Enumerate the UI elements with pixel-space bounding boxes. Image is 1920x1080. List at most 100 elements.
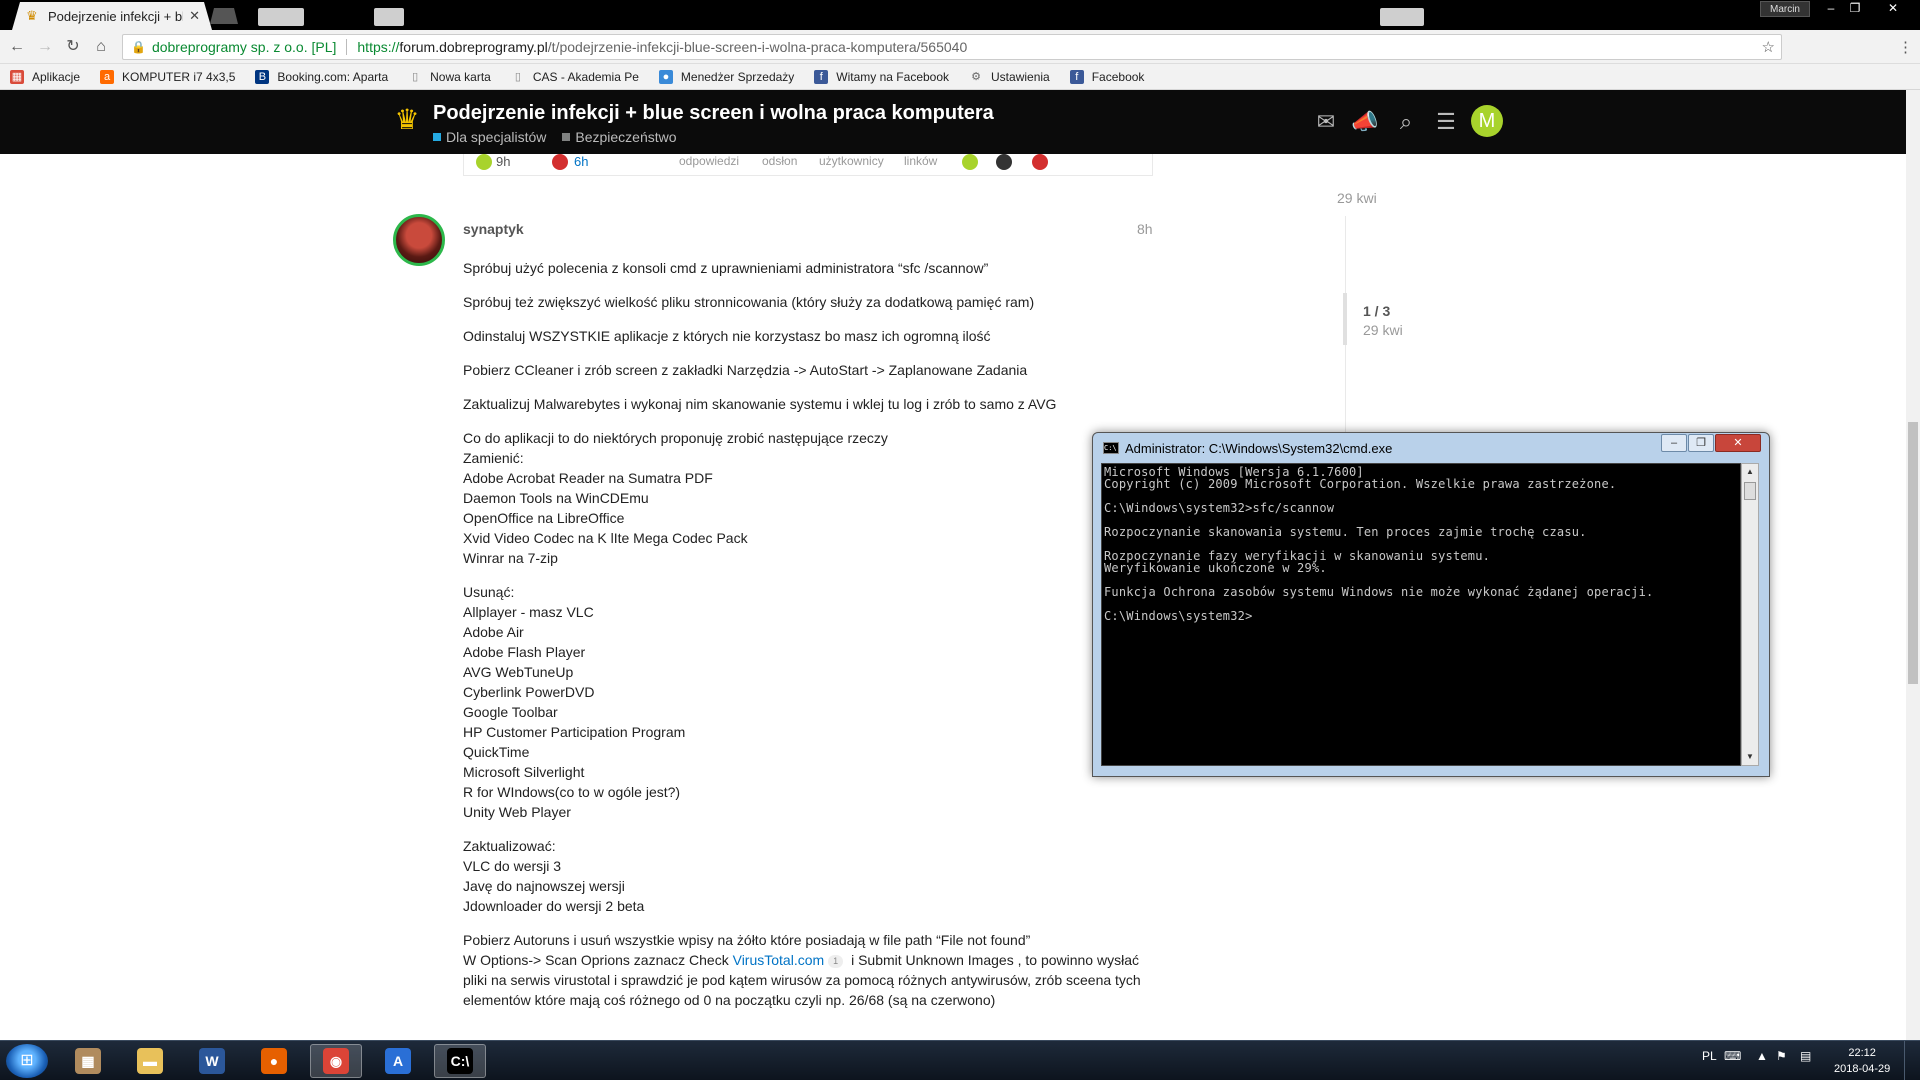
post-line: Spróbuj też zwiększyć wielkość pliku str… xyxy=(463,294,1035,310)
post-time[interactable]: 8h xyxy=(1137,221,1153,237)
post-author[interactable]: synaptyk xyxy=(463,221,524,237)
post-line: AVG WebTuneUp xyxy=(463,664,574,680)
cmd-close-icon[interactable]: ✕ xyxy=(1715,434,1761,452)
bookmark-label: Menedżer Sprzedaży xyxy=(680,69,795,84)
cmd-console-output[interactable]: Microsoft Windows [Wersja 6.1.7600] Copy… xyxy=(1101,463,1741,766)
current-user-avatar[interactable]: M xyxy=(1471,105,1503,137)
topic-title[interactable]: Podejrzenie infekcji + blue screen i wol… xyxy=(433,102,994,125)
folder-icon: ▬ xyxy=(137,1048,163,1074)
home-icon[interactable]: ⌂ xyxy=(90,36,112,58)
messenger-icon: ● xyxy=(658,69,673,84)
post-line: W Options-> Scan Oprions zaznacz Check V… xyxy=(463,950,1163,970)
bookmark-item[interactable]: ▦ Aplikacje xyxy=(10,69,80,84)
browser-menu-icon[interactable]: ⋮ xyxy=(1898,38,1913,56)
subcategory-link[interactable]: Bezpieczeństwo xyxy=(562,129,677,145)
taskbar-app-cmd[interactable]: C:\ xyxy=(434,1044,486,1078)
announcement-icon[interactable]: 📣 xyxy=(1351,108,1379,136)
close-icon[interactable]: ✕ xyxy=(1882,0,1904,16)
bookmark-item[interactable]: a KOMPUTER i7 4x3,5 xyxy=(100,69,235,84)
browser-tab-active[interactable]: ♛ Podejrzenie infekcji + blu ✕ xyxy=(12,2,212,30)
search-icon[interactable]: ⌕ xyxy=(1392,108,1420,136)
bookmark-item[interactable]: f Facebook xyxy=(1069,69,1144,84)
action-center-flag-icon[interactable]: ⚑ xyxy=(1776,1049,1787,1063)
back-icon[interactable]: ← xyxy=(6,36,28,58)
cmd-titlebar[interactable]: C:\ Administrator: C:\Windows\System32\c… xyxy=(1093,433,1769,463)
tray-expand-icon[interactable]: ▲ xyxy=(1756,1049,1768,1063)
post-line: Adobe Acrobat Reader na Sumatra PDF xyxy=(463,470,713,486)
post-line: Zaktualizuj Malwarebytes i wykonaj nim s… xyxy=(463,396,1057,412)
amazon-icon: a xyxy=(100,69,115,84)
bookmark-label: Witamy na Facebook xyxy=(836,69,950,84)
site-identity[interactable]: dobreprogramy sp. z o.o. [PL] xyxy=(152,39,336,55)
page-scrollbar[interactable] xyxy=(1906,90,1920,1040)
bookmark-item[interactable]: ▯ Nowa karta xyxy=(408,70,491,84)
page-icon: ▯ xyxy=(412,70,419,83)
taskbar-app-archive[interactable]: ▦ xyxy=(62,1044,114,1078)
profile-chip[interactable]: Marcin xyxy=(1760,1,1810,17)
post-line: elementów które mają coś różnego od 0 na… xyxy=(463,992,996,1008)
bookmark-item[interactable]: ▯ CAS - Akademia Pe xyxy=(511,70,639,84)
timeline-handle[interactable] xyxy=(1343,293,1347,345)
creator-avatar[interactable] xyxy=(476,154,492,170)
scroll-up-icon[interactable]: ▲ xyxy=(1742,464,1758,480)
taskbar-app-chrome[interactable]: ◉ xyxy=(310,1044,362,1078)
participant-avatar[interactable] xyxy=(1032,154,1048,170)
summary-views-label: odsłon xyxy=(762,154,798,168)
forum-favicon-icon: ♛ xyxy=(26,8,38,23)
participant-avatar[interactable] xyxy=(962,154,978,170)
taskbar-app-firefox[interactable]: ● xyxy=(248,1044,300,1078)
post-paragraph: Spróbuj też zwiększyć wielkość pliku str… xyxy=(463,292,1163,312)
url-scheme: https:// xyxy=(357,39,400,55)
hamburger-menu-icon[interactable]: ☰ xyxy=(1432,108,1460,136)
post-line: OpenOffice na LibreOffice xyxy=(463,510,625,526)
address-bar[interactable]: 🔒 dobreprogramy sp. z o.o. [PL] https://… xyxy=(122,34,1782,60)
participant-avatar[interactable] xyxy=(996,154,1012,170)
bookmark-item[interactable]: ● Menedżer Sprzedaży xyxy=(658,69,795,84)
titlebar-artifact xyxy=(258,8,304,26)
post-paragraph: Zaktualizować: VLC do wersji 3 Javę do naj… xyxy=(463,836,1163,916)
cmd-restore-icon[interactable]: ❐ xyxy=(1688,434,1714,452)
scroll-down-icon[interactable]: ▼ xyxy=(1742,749,1758,765)
post-line: HP Customer Participation Program xyxy=(463,724,686,740)
taskbar-app-autocad[interactable]: A xyxy=(372,1044,424,1078)
cmd-scrollbar-thumb[interactable] xyxy=(1744,482,1756,500)
url-host: forum.dobreprogramy.pl xyxy=(399,39,548,55)
reload-icon[interactable]: ↻ xyxy=(62,36,84,58)
cmd-minimize-icon[interactable]: – xyxy=(1661,434,1687,452)
cmd-scrollbar[interactable]: ▲ ▼ xyxy=(1741,463,1759,766)
keyboard-icon[interactable]: ⌨ xyxy=(1724,1049,1741,1063)
timeline-start-date[interactable]: 29 kwi xyxy=(1337,190,1377,206)
post-line: R for WIndows(co to w ogóle jest?) xyxy=(463,784,681,800)
bookmark-label: Nowa karta xyxy=(430,69,491,84)
new-tab-button[interactable] xyxy=(210,8,238,24)
post-line: Winrar na 7-zip xyxy=(463,550,558,566)
page-scrollbar-thumb[interactable] xyxy=(1908,422,1918,684)
bookmark-item[interactable]: B Booking.com: Aparta xyxy=(255,69,388,84)
chrome-icon: ◉ xyxy=(323,1048,349,1074)
show-desktop-button[interactable] xyxy=(1904,1041,1920,1080)
post-line: pliki na serwis virustotal i sprawdzić j… xyxy=(463,972,1141,988)
minimize-icon[interactable]: – xyxy=(1820,0,1842,16)
forum-logo-icon[interactable]: ♛ xyxy=(392,98,422,142)
virustotal-link[interactable]: VirusTotal.com xyxy=(733,952,825,968)
language-indicator[interactable]: PL xyxy=(1702,1049,1717,1063)
bookmark-item[interactable]: ⚙ Ustawienia xyxy=(969,70,1050,84)
bookmark-star-icon[interactable]: ☆ xyxy=(1762,38,1775,56)
post-line: Unity Web Player xyxy=(463,804,571,820)
last-reply-avatar[interactable] xyxy=(552,154,568,170)
taskbar-app-explorer[interactable]: ▬ xyxy=(124,1044,176,1078)
network-icon[interactable]: ▤ xyxy=(1800,1049,1811,1063)
bookmark-item[interactable]: f Witamy na Facebook xyxy=(814,69,950,84)
forward-icon[interactable]: → xyxy=(34,36,56,58)
post-line: Co do aplikacji to do niektórych proponu… xyxy=(463,430,888,446)
messages-icon[interactable]: ✉ xyxy=(1312,108,1340,136)
tab-close-icon[interactable]: ✕ xyxy=(189,8,200,24)
system-clock[interactable]: 22:12 2018-04-29 xyxy=(1834,1045,1890,1077)
taskbar-app-word[interactable]: W xyxy=(186,1044,238,1078)
maximize-icon[interactable]: ❐ xyxy=(1844,0,1866,16)
category-link[interactable]: Dla specjalistów xyxy=(433,129,546,145)
cmd-window[interactable]: C:\ Administrator: C:\Windows\System32\c… xyxy=(1092,432,1770,777)
cmd-icon: C:\ xyxy=(447,1048,473,1074)
start-button[interactable]: ⊞ xyxy=(6,1044,48,1078)
post-author-avatar[interactable] xyxy=(393,214,445,266)
